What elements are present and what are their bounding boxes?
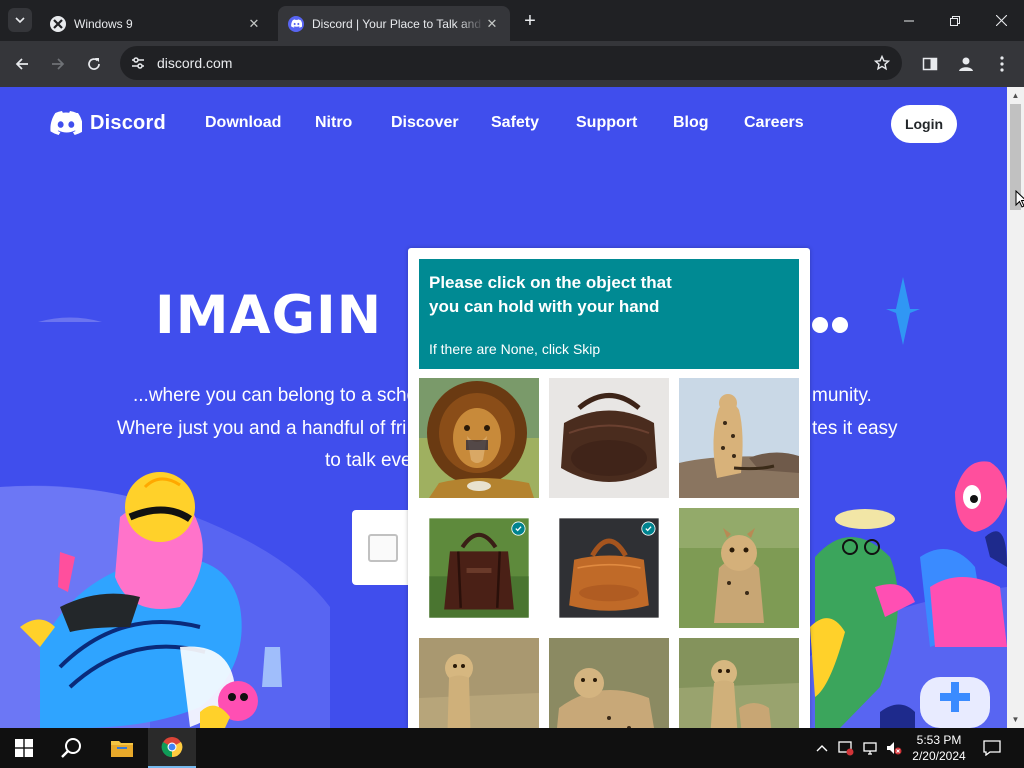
tab-title: Windows 9 [74,16,133,31]
scroll-up-arrow-icon[interactable]: ▲ [1007,87,1024,104]
hero-text-line-1-right: munity. [812,385,872,406]
hero-text-line-2-left: Where just you and a handful of fri [117,418,407,439]
close-icon [995,15,1007,26]
side-panel-icon [922,57,938,71]
hero-title: IMAGIN [155,285,383,346]
profile-icon [959,57,973,71]
security-tray-icon[interactable] [836,728,856,768]
volume-muted-icon[interactable] [884,728,904,768]
file-explorer-button[interactable] [98,728,146,768]
windows-9-favicon-icon [50,15,66,32]
browser-toolbar: discord.com [0,41,1024,87]
start-button[interactable] [0,728,48,768]
restore-icon [950,15,960,26]
clock-time: 5:53 PM [916,733,962,747]
chrome-menu-button[interactable] [988,50,1016,78]
captcha-hint: If there are None, click Skip [429,341,601,357]
hero-title-dots [812,317,848,333]
forward-button[interactable] [44,50,72,78]
search-icon [61,738,81,758]
captcha-prompt: Please click on the object that you can … [429,273,672,316]
captcha-header: Please click on the object that you can … [419,259,799,369]
tab-search-button[interactable] [8,8,32,32]
profile-button[interactable] [952,50,980,78]
captcha-tile-lion[interactable] [419,378,539,498]
more-vertical-icon [1000,56,1004,72]
search-button[interactable] [48,728,96,768]
nav-support[interactable]: Support [576,114,637,132]
nav-blog[interactable]: Blog [673,114,709,132]
brand-name: Discord [90,111,166,134]
side-panel-button[interactable] [916,50,944,78]
captcha-challenge: Please click on the object that you can … [408,248,810,728]
tab-title: Discord | Your Place to Talk and Hang Ou… [312,16,484,31]
windows-logo-icon [15,739,33,757]
nav-discover[interactable]: Discover [391,114,459,132]
chevron-up-icon [816,745,828,752]
nav-safety[interactable]: Safety [491,114,539,132]
chrome-taskbar-button[interactable] [148,728,196,768]
bookmark-star-icon[interactable] [872,53,892,73]
reload-icon [88,58,100,70]
selected-check-icon [641,521,656,536]
hero-text-line-2-right: tes it easy [812,418,898,439]
login-button[interactable]: Login [891,105,957,143]
system-clock[interactable]: 5:53 PM 2/20/2024 [906,732,972,764]
tab-windows-9[interactable]: Windows 9 ✕ [40,6,272,41]
close-tab-icon[interactable]: ✕ [246,16,262,32]
address-bar[interactable]: discord.com [120,46,902,80]
page-viewport: Discord Download Nitro Discover Safety S… [0,87,1007,728]
clock-date: 2/20/2024 [912,749,966,763]
notifications-button[interactable] [980,728,1004,768]
captcha-tile-cheetah-cub-standing[interactable] [419,638,539,728]
close-window-button[interactable] [978,0,1024,41]
site-settings-icon[interactable] [128,53,148,73]
mouse-cursor-icon [1015,190,1024,208]
folder-icon [111,741,133,757]
captcha-tile-cheetah[interactable] [679,378,799,498]
selected-check-icon [511,521,526,536]
nav-nitro[interactable]: Nitro [315,114,352,132]
minimize-icon [904,20,914,21]
page-scrollbar[interactable]: ▲ ▼ [1007,87,1024,728]
url-text: discord.com [157,55,233,71]
minimize-button[interactable] [886,0,932,41]
arrow-right-icon [52,58,65,70]
show-hidden-icons-button[interactable] [812,728,832,768]
discord-favicon-icon [288,15,304,32]
captcha-tile-dark-handbag[interactable] [429,518,529,618]
captcha-checkbox-container [352,510,412,585]
tab-strip: Windows 9 ✕ Discord | Your Place to Talk… [0,0,1024,41]
hero-text-line-3-left: to talk eve [325,450,412,471]
captcha-tile-tan-handbag[interactable] [559,518,659,618]
captcha-tile-cheetah-cubs[interactable] [679,638,799,728]
chevron-down-icon [15,17,25,24]
network-icon[interactable] [860,728,880,768]
captcha-tile-cheetah-lying[interactable] [549,638,669,728]
nav-download[interactable]: Download [205,114,281,132]
back-button[interactable] [8,50,36,78]
reload-button[interactable] [80,50,108,78]
scroll-down-arrow-icon[interactable]: ▼ [1007,711,1024,728]
restore-button[interactable] [932,0,978,41]
tab-discord[interactable]: Discord | Your Place to Talk and Hang Ou… [278,6,510,41]
arrow-left-icon [15,58,28,70]
discord-logo-icon [50,111,82,135]
chrome-icon [161,737,183,758]
captcha-checkbox[interactable] [368,534,398,562]
windows-taskbar: 5:53 PM 2/20/2024 [0,728,1024,768]
captcha-tile-brown-bag[interactable] [549,378,669,498]
new-tab-button[interactable]: + [518,10,542,34]
notification-icon [983,740,1001,756]
captcha-tile-cheetah-cub[interactable] [679,508,799,628]
close-tab-icon[interactable]: ✕ [484,16,500,32]
nav-careers[interactable]: Careers [744,114,804,132]
hero-text-line-1-left: ...where you can belong to a scho [133,385,418,406]
discord-logo[interactable]: Discord [50,111,166,135]
